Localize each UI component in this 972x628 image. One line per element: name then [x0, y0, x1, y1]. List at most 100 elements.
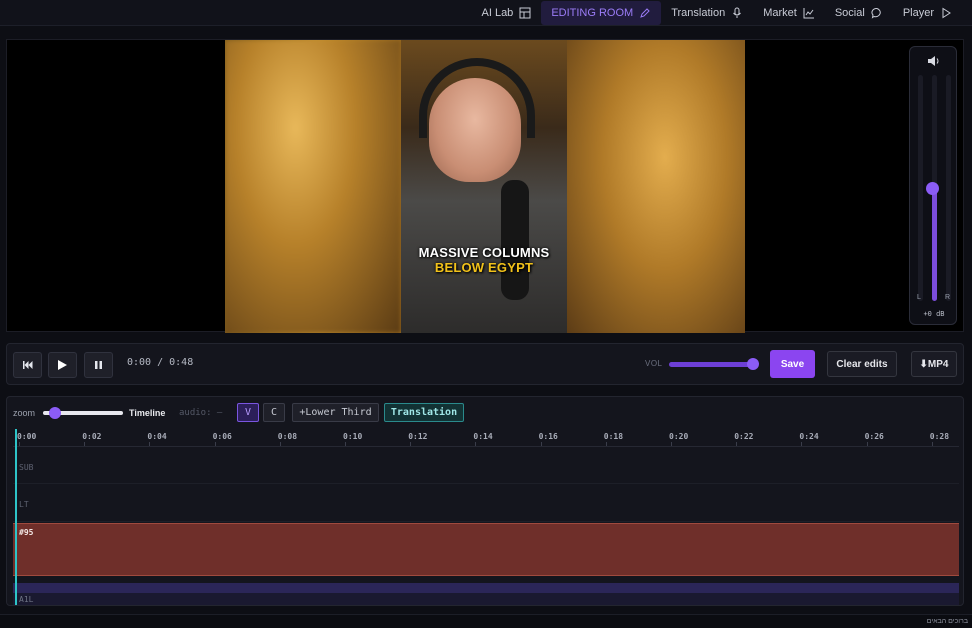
chart-icon: [803, 7, 814, 18]
clear-edits-button[interactable]: Clear edits: [827, 351, 897, 377]
skip-back-button[interactable]: [13, 352, 42, 378]
nav-player[interactable]: Player: [893, 1, 962, 25]
blurred-background-left: [225, 40, 401, 333]
subtitle-track-label: SUB: [19, 463, 34, 472]
footer-text: ברוכים הבאים: [926, 618, 968, 625]
ruler-tick-mark: [736, 442, 738, 446]
export-mp4-button[interactable]: ⬇MP4: [911, 351, 957, 377]
ruler-tick-label: 0:28: [929, 432, 950, 441]
audio-status: audio: —: [179, 408, 223, 418]
audio-waveform: [13, 583, 959, 593]
video-preview[interactable]: MASSIVE COLUMNS BELOW EGYPT: [6, 39, 964, 333]
nav-ai-lab[interactable]: AI Lab: [472, 1, 542, 25]
subtitle-track[interactable]: SUB: [13, 448, 959, 484]
nav-editing-room-label: EDITING ROOM: [551, 6, 634, 19]
save-button[interactable]: Save: [770, 350, 815, 378]
ruler-tick-mark: [475, 442, 477, 446]
db-readout: +0 dB: [923, 310, 945, 318]
volume-meter: L R +0 dB: [909, 46, 957, 325]
blurred-background-right: [567, 40, 745, 333]
top-navigation: AI Lab EDITING ROOM Translation Market S…: [0, 0, 972, 26]
nav-social-label: Social: [834, 6, 865, 19]
ruler-tick-mark: [605, 442, 607, 446]
playhead[interactable]: [15, 429, 17, 605]
add-lower-third-button[interactable]: +Lower Third: [292, 403, 379, 422]
play-button[interactable]: [48, 352, 77, 378]
meter-level-fill: [932, 188, 937, 301]
microphone: [501, 180, 529, 300]
status-strip: ברוכים הבאים: [0, 614, 972, 628]
ruler-tick-label: 0:20: [669, 432, 689, 441]
meter-right-track: [946, 75, 951, 301]
nav-translation[interactable]: Translation: [661, 1, 753, 25]
speaker-icon: [928, 56, 939, 66]
volume-slider[interactable]: [669, 358, 759, 370]
nav-market-label: Market: [763, 6, 797, 19]
timeline-panel: zoom Timeline audio: — V C +Lower Third …: [6, 396, 964, 606]
meter-left-track: [918, 75, 923, 301]
ruler-tick-mark: [19, 442, 20, 446]
ruler-tick-label: 0:10: [343, 432, 363, 441]
video-subject: [401, 40, 567, 333]
play-icon: [942, 7, 951, 18]
meter-right-label: R: [945, 294, 951, 301]
ruler-tick-mark: [540, 442, 542, 446]
translation-toggle[interactable]: Translation: [384, 403, 464, 422]
lower-third-track-label: LT: [19, 500, 29, 509]
ruler-tick-label: 0:16: [538, 432, 558, 441]
audio-track[interactable]: A1L: [13, 583, 959, 605]
video-caption: MASSIVE COLUMNS BELOW EGYPT: [401, 245, 567, 275]
meter-left-label: L: [917, 294, 921, 301]
ruler-tick-mark: [801, 442, 803, 446]
zoom-slider-knob[interactable]: [49, 407, 61, 419]
layout-icon: [519, 7, 531, 18]
time-ruler[interactable]: 0:00 0:02 0:04 0:06 0:08 0:10 0:12 0:14 0:16 0:18…: [13, 429, 959, 447]
ruler-tick-mark: [84, 442, 86, 446]
lower-third-track[interactable]: LT: [13, 485, 959, 522]
nav-market[interactable]: Market: [753, 1, 825, 25]
caption-track-toggle[interactable]: C: [263, 403, 285, 422]
pencil-icon: [640, 7, 650, 18]
ruler-tick-label: 0:00: [17, 432, 37, 441]
nav-ai-lab-label: AI Lab: [481, 6, 514, 19]
ruler-tick-label: 0:04: [147, 432, 167, 441]
chat-icon: [871, 7, 881, 19]
ruler-tick-label: 0:24: [799, 432, 819, 441]
ruler-tick-label: 0:12: [408, 432, 428, 441]
video-track-toggle[interactable]: V: [237, 403, 259, 422]
ruler-tick-label: 0:18: [603, 432, 624, 441]
nav-player-label: Player: [902, 6, 934, 19]
pause-icon: [95, 361, 102, 369]
ruler-tick-label: 0:02: [82, 432, 102, 441]
transport-bar: 0:00 / 0:48 VOL Save Clear edits ⬇MP4: [6, 343, 964, 385]
ruler-tick-mark: [279, 442, 281, 446]
timeline-header: zoom Timeline audio: — V C +Lower Third …: [7, 397, 963, 429]
volume-slider-knob[interactable]: [747, 358, 759, 370]
zoom-slider[interactable]: [43, 407, 123, 419]
clip-label: #95: [19, 528, 34, 537]
ruler-tick-mark: [345, 442, 346, 446]
ruler-tick-label: 0:08: [277, 432, 298, 441]
ruler-tick-label: 0:06: [212, 432, 232, 441]
time-display: 0:00 / 0:48: [127, 357, 194, 368]
ruler-tick-mark: [410, 442, 412, 446]
volume-label: VOL: [645, 359, 663, 368]
ruler-tick-mark: [671, 442, 672, 446]
timeline-title: Timeline: [129, 408, 166, 418]
meter-level-knob[interactable]: [926, 182, 939, 195]
ruler-tick-label: 0:14: [473, 432, 493, 441]
skip-back-icon: [22, 361, 32, 369]
nav-editing-room[interactable]: EDITING ROOM: [541, 0, 662, 25]
video-frame: MASSIVE COLUMNS BELOW EGYPT: [225, 40, 745, 333]
ruler-tick-mark: [214, 442, 216, 446]
zoom-label: zoom: [13, 408, 36, 418]
pause-button[interactable]: [84, 352, 113, 378]
audio-track-label: A1L: [19, 595, 34, 604]
ruler-tick-label: 0:22: [734, 432, 754, 441]
caption-line-2: BELOW EGYPT: [434, 260, 534, 275]
video-clip[interactable]: #95: [13, 523, 959, 576]
ruler-tick-mark: [866, 442, 868, 446]
mic-icon: [733, 7, 742, 18]
play-icon: [58, 360, 67, 370]
nav-social[interactable]: Social: [825, 1, 893, 25]
